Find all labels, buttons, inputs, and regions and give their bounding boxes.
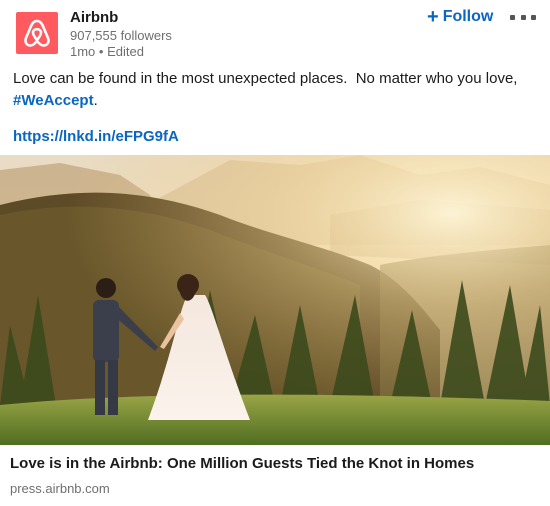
- follow-button[interactable]: + Follow: [427, 6, 493, 28]
- wedding-couple-photo[interactable]: [0, 155, 550, 445]
- post-header: Airbnb 907,555 followers 1mo • Edited + …: [0, 0, 550, 68]
- more-dots-icon: [510, 14, 515, 20]
- follow-button-label: Follow: [442, 8, 494, 25]
- article-source: press.airbnb.com: [10, 481, 110, 496]
- more-dots-icon: [520, 14, 526, 20]
- article-title-link[interactable]: Love is in the Airbnb: One Million Guest…: [10, 455, 474, 472]
- more-options-button[interactable]: [510, 8, 536, 26]
- post-text-line: Love can be found in the most unexpected…: [13, 70, 518, 87]
- hashtag-link[interactable]: #WeAccept: [13, 92, 94, 109]
- author-name[interactable]: Airbnb: [70, 9, 118, 26]
- post-body: Love can be found in the most unexpected…: [13, 68, 538, 112]
- hashtag-suffix: .: [93, 92, 98, 109]
- post-url-link[interactable]: https://lnkd.in/eFPG9fA: [13, 128, 179, 145]
- airbnb-belo-icon: [24, 19, 50, 47]
- more-dots-icon: [531, 14, 536, 20]
- plus-icon: +: [427, 6, 439, 28]
- follower-count: 907,555 followers: [70, 28, 172, 43]
- airbnb-logo[interactable]: [16, 12, 58, 54]
- post-timestamp: 1mo • Edited: [70, 44, 144, 59]
